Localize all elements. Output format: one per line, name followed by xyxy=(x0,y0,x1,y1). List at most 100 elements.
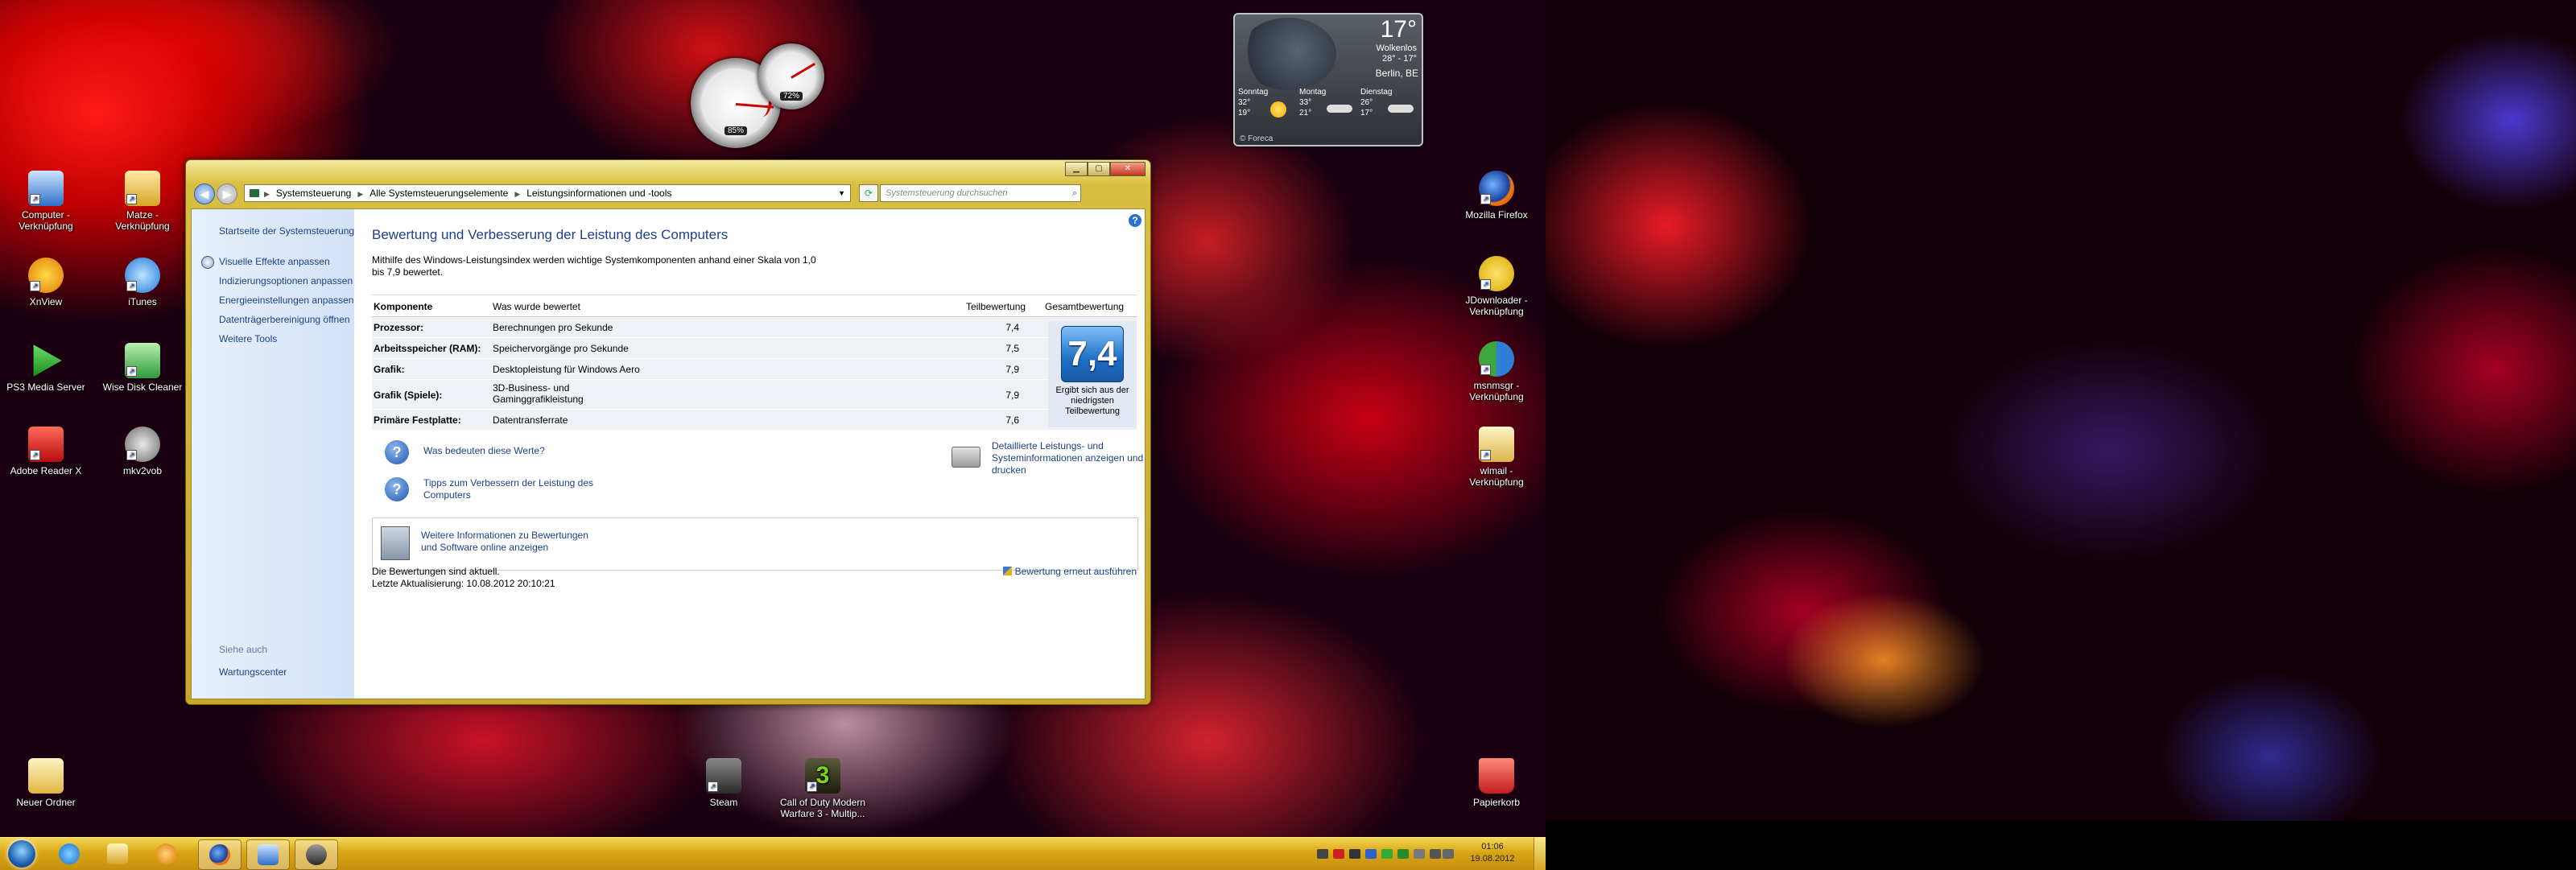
back-button[interactable]: ◀ xyxy=(194,183,215,204)
sun-icon xyxy=(1270,101,1286,118)
taskbar-explorer[interactable] xyxy=(97,839,138,868)
forward-button[interactable]: ▶ xyxy=(217,183,237,204)
chevron-right-icon: ▶ xyxy=(514,190,521,198)
tray-app-icon[interactable] xyxy=(1349,849,1360,859)
taskbar-ie[interactable] xyxy=(48,839,90,868)
details-link[interactable]: Detaillierte Leistungs- und Systeminform… xyxy=(992,440,1153,476)
taskbar-firefox[interactable] xyxy=(198,839,242,870)
minimize-button[interactable]: ▁ xyxy=(1065,162,1088,176)
taskbar-media-player[interactable] xyxy=(145,839,187,868)
desktop-icon-label: Papierkorb xyxy=(1472,797,1521,808)
breadcrumb[interactable]: ▶ Systemsteuerung ▶ Alle Systemsteuerungsel… xyxy=(244,184,851,202)
tips-link-row[interactable]: ? Tipps zum Verbessern der Leistung des … xyxy=(385,477,601,501)
clock[interactable]: 01:06 19.08.2012 xyxy=(1457,841,1528,865)
forecast-low: 19° xyxy=(1238,109,1251,118)
desktop-icon-itunes[interactable]: ↗ iTunes xyxy=(98,258,187,307)
network-icon[interactable] xyxy=(1430,849,1441,859)
status-area: Die Bewertungen sind aktuell. Letzte Akt… xyxy=(372,561,1137,593)
help-icon[interactable]: ? xyxy=(1129,214,1141,227)
windows-logo-icon xyxy=(8,840,35,868)
weather-source: © Foreca xyxy=(1240,134,1274,143)
desktop-icon-computer[interactable]: ↗ Computer - Verknüpfung xyxy=(2,171,90,232)
meaning-link[interactable]: Was bedeuten diese Werte? xyxy=(423,445,545,457)
itunes-icon: ↗ xyxy=(125,258,160,293)
show-desktop-button[interactable] xyxy=(1534,838,1546,870)
desktop-icon-label: mkv2vob xyxy=(122,465,163,476)
breadcrumb-item[interactable]: Systemsteuerung xyxy=(276,188,351,199)
forecast-day-name: Montag xyxy=(1299,88,1327,97)
search-placeholder: Systemsteuerung durchsuchen xyxy=(886,188,1008,198)
refresh-button[interactable]: ⟳ xyxy=(859,184,878,202)
desktop-icon-ps3-media-server[interactable]: PS3 Media Server xyxy=(2,343,90,393)
forecast-day-1: Sonntag 32° 19° xyxy=(1238,87,1299,118)
details-link-row[interactable]: Detaillierte Leistungs- und Systeminform… xyxy=(952,440,1153,476)
tray-app-icon[interactable] xyxy=(1333,849,1344,859)
sidebar-item-power[interactable]: Energieeinstellungen anpassen xyxy=(219,295,354,306)
desktop-icon-wlmail[interactable]: ↗ wlmail - Verknüpfung xyxy=(1452,427,1541,488)
ram-meter-gadget[interactable]: 72% xyxy=(758,43,824,109)
score-table: Komponente Was wurde bewertet Teilbewert… xyxy=(372,295,1137,431)
volume-icon[interactable] xyxy=(1443,849,1454,859)
desktop-icon-label: Neuer Ordner xyxy=(16,797,76,808)
sidebar-item-home[interactable]: Startseite der Systemsteuerung xyxy=(219,225,354,237)
base-score-caption: Ergibt sich aus der niedrigsten Teilbewe… xyxy=(1055,386,1129,416)
breadcrumb-item[interactable]: Leistungsinformationen und -tools xyxy=(526,188,671,199)
sidebar-item-disk-cleanup[interactable]: Datenträgerbereinigung öffnen xyxy=(219,314,354,325)
row-component: Grafik: xyxy=(374,364,405,375)
bluetooth-icon[interactable] xyxy=(1365,849,1377,859)
desktop-icon-mkv2vob[interactable]: ↗ mkv2vob xyxy=(98,427,187,476)
desktop-icon-label: Call of Duty Modern Warfare 3 - Multip..… xyxy=(779,797,866,819)
meaning-link-row[interactable]: ? Was bedeuten diese Werte? xyxy=(385,440,545,464)
cloud-icon xyxy=(1388,105,1414,113)
taskbar-steam[interactable] xyxy=(295,839,338,870)
sidebar-item-indexing[interactable]: Indizierungsoptionen anpassen xyxy=(219,275,354,287)
desktop-icon-firefox[interactable]: ↗ Mozilla Firefox xyxy=(1452,171,1541,221)
search-input[interactable]: Systemsteuerung durchsuchen ⌕ xyxy=(880,184,1081,202)
row-rated: Berechnungen pro Sekunde xyxy=(493,322,613,333)
desktop-icon-jdownloader[interactable]: ↗ JDownloader - Verknüpfung xyxy=(1452,256,1541,317)
chevron-down-icon[interactable]: ▼ xyxy=(838,185,845,201)
performance-window[interactable]: ▁ ▢ ✕ ◀ ▶ ▶ Systemsteuerung ▶ Alle Systemst… xyxy=(185,159,1151,705)
weather-current-temp: 17° xyxy=(1380,16,1417,43)
maximize-button[interactable]: ▢ xyxy=(1088,162,1110,176)
sidebar-item-visual-effects[interactable]: Visuelle Effekte anpassen xyxy=(201,256,354,269)
desktop-icon-label: XnView xyxy=(29,296,63,307)
tray-app-icon[interactable] xyxy=(1381,849,1393,859)
weather-gadget[interactable]: 17° Wolkenlos 28° - 17° Berlin, BE Sonnt… xyxy=(1233,13,1423,146)
desktop-icon-label: msnmsgr - Verknüpfung xyxy=(1469,380,1524,402)
breadcrumb-item[interactable]: Alle Systemsteuerungselemente xyxy=(369,188,508,199)
taskbar-control-panel[interactable] xyxy=(246,839,290,870)
more-info-link[interactable]: Weitere Informationen zu Bewertungen und… xyxy=(421,530,606,554)
cpu-percent-label: 85% xyxy=(724,126,748,136)
desktop-icon-wise-disk-cleaner[interactable]: ↗ Wise Disk Cleaner xyxy=(98,343,187,393)
start-button[interactable] xyxy=(2,838,42,870)
close-button[interactable]: ✕ xyxy=(1110,162,1146,176)
clock-date: 19.08.2012 xyxy=(1470,854,1515,864)
desktop-icon-neuer-ordner[interactable]: Neuer Ordner xyxy=(2,758,90,808)
desktop-icon-label: Adobe Reader X xyxy=(10,465,82,476)
row-score: 7,5 xyxy=(1005,343,1019,354)
desktop-icon-matze[interactable]: ↗ Matze - Verknüpfung xyxy=(98,171,187,232)
tray-app-icon[interactable] xyxy=(1397,849,1409,859)
sidebar-item-more-tools[interactable]: Weitere Tools xyxy=(219,333,354,344)
desktop-icon-label: Mozilla Firefox xyxy=(1465,209,1528,221)
search-icon[interactable]: ⌕ xyxy=(1072,185,1077,201)
table-row: Grafik (Spiele): 3D-Business- und Gaming… xyxy=(372,380,1137,410)
recycle-bin-icon xyxy=(1479,758,1514,794)
row-component: Arbeitsspeicher (RAM): xyxy=(374,343,481,354)
row-rated: Datentransferrate xyxy=(493,414,568,426)
desktop-icon-papierkorb[interactable]: Papierkorb xyxy=(1452,758,1541,808)
control-panel-icon xyxy=(258,844,279,865)
tray-app-icon[interactable] xyxy=(1317,849,1328,859)
desktop-icon-msnmsgr[interactable]: ↗ msnmsgr - Verknüpfung xyxy=(1452,341,1541,402)
desktop-icon-xnview[interactable]: ↗ XnView xyxy=(2,258,90,307)
row-rated: 3D-Business- und Gaminggrafikleistung xyxy=(493,382,584,405)
tips-link[interactable]: Tipps zum Verbessern der Leistung des Co… xyxy=(423,477,601,501)
desktop-icon-adobe-reader[interactable]: ↗ Adobe Reader X xyxy=(2,427,90,476)
rerun-assessment-link[interactable]: Bewertung erneut ausführen xyxy=(1003,566,1137,577)
action-center-icon[interactable] xyxy=(1414,849,1425,859)
desktop-icon-call-of-duty[interactable]: 3 ↗ Call of Duty Modern Warfare 3 - Multi… xyxy=(774,758,871,819)
desktop-icon-steam[interactable]: ↗ Steam xyxy=(679,758,768,808)
sidebar-item-action-center[interactable]: Wartungscenter xyxy=(219,666,287,678)
software-box-icon xyxy=(381,526,410,560)
